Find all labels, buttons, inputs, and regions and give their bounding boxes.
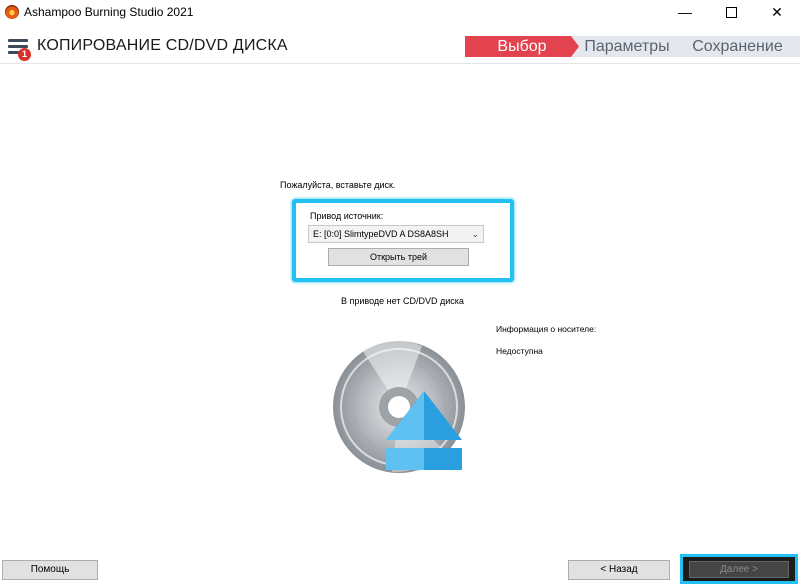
source-drive-label: Привод источник: [310,211,384,221]
header: 1 КОПИРОВАНИЕ CD/DVD ДИСКА Сохранение Па… [0,24,800,68]
title-bar: Ashampoo Burning Studio 2021 — ✕ [0,0,800,24]
insert-disc-hint: Пожалуйста, вставьте диск. [280,180,396,190]
chevron-down-icon: ⌄ [471,229,479,239]
step-parameters: Параметры [569,36,685,57]
maximize-button[interactable] [708,0,754,24]
notification-badge: 1 [18,48,31,61]
minimize-icon: — [678,4,692,20]
step-select: Выбор [465,36,579,57]
back-button[interactable]: < Назад [568,560,670,580]
app-icon [5,5,19,19]
source-drive-value: E: [0:0] SlimtypeDVD A DS8A8SH [313,229,449,239]
media-info-label: Информация о носителе: [496,324,597,334]
header-divider [0,63,800,64]
next-button-highlight: Далее > [680,554,798,584]
open-tray-button[interactable]: Открыть трей [328,248,469,266]
page-title: КОПИРОВАНИЕ CD/DVD ДИСКА [37,37,288,54]
disc-eject-icon [333,340,465,473]
close-icon: ✕ [771,3,783,20]
help-button[interactable]: Помощь [2,560,98,580]
media-info-value: Недоступна [496,346,543,356]
source-drive-select[interactable]: E: [0:0] SlimtypeDVD A DS8A8SH ⌄ [308,225,484,243]
step-save: Сохранение [675,36,800,57]
window-title: Ashampoo Burning Studio 2021 [24,5,194,19]
maximize-icon [725,6,737,18]
no-disc-status: В приводе нет CD/DVD диска [341,296,464,306]
minimize-button[interactable]: — [662,0,708,24]
next-button[interactable]: Далее > [689,561,789,578]
close-button[interactable]: ✕ [754,0,800,24]
